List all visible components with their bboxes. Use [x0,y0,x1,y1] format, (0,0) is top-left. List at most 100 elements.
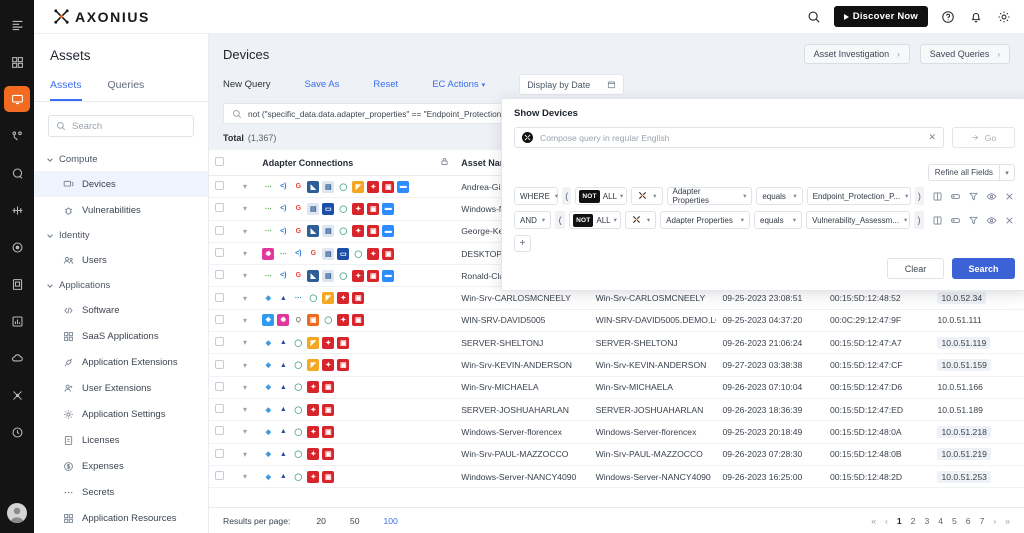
operator-select[interactable]: equals▾ [754,211,802,229]
save-as-button[interactable]: Save As [305,79,340,90]
new-query-button[interactable]: New Query [223,79,271,90]
sidebar-item-application-extensions[interactable]: Application Extensions [34,349,208,375]
page-size-20[interactable]: 20 [316,516,326,526]
row-checkbox[interactable] [215,248,224,257]
row-checkbox[interactable] [215,404,224,413]
select-all-checkbox[interactable] [215,157,224,166]
table-row[interactable]: ▾◆▲◯✦▣SERVER-JOSHUAHARLANSERVER-JOSHUAHA… [209,398,1024,420]
refine-all-fields-select[interactable]: Refine all Fields ▾ [928,164,1015,181]
page-nav[interactable]: » [1005,516,1010,526]
ec-actions-button[interactable]: EC Actions▾ [432,79,485,90]
row-checkbox[interactable] [215,449,224,458]
help-icon[interactable] [940,9,956,25]
eye-icon[interactable] [986,215,997,226]
row-checkbox[interactable] [215,382,224,391]
add-condition-button[interactable]: + [514,235,531,252]
row-checkbox[interactable] [215,360,224,369]
rail-charts-icon[interactable] [4,308,30,334]
close-paren[interactable]: ) [914,211,924,229]
table-row[interactable]: ▾◆▲◯✦▣Win-Srv-MICHAELAWin-Srv-MICHAELA09… [209,376,1024,398]
row-expand-toggle[interactable]: ▾ [237,354,256,376]
nav-group-identity[interactable]: Identity [34,223,208,247]
adapter-select[interactable]: ▾ [625,211,656,229]
save-icon[interactable] [950,215,961,226]
page-size-100[interactable]: 100 [383,516,397,526]
gear-icon[interactable] [996,9,1012,25]
page-7[interactable]: 7 [980,516,985,526]
table-row[interactable]: ▾❖✹Ǫ▣◯✦▣WIN-SRV-DAVID5005WIN-SRV-DAVID50… [209,309,1024,331]
row-expand-toggle[interactable]: ▾ [237,242,256,264]
page-size-50[interactable]: 50 [350,516,360,526]
row-checkbox[interactable] [215,337,224,346]
filter-icon[interactable] [968,215,979,226]
not-toggle[interactable]: NOT [579,190,599,203]
page-nav[interactable]: ‹ [885,516,888,526]
reset-button[interactable]: Reset [373,79,398,90]
page-3[interactable]: 3 [924,516,929,526]
page-1[interactable]: 1 [897,516,902,526]
value-select[interactable]: Endpoint_Protection_P...▾ [807,187,911,205]
value-select[interactable]: Vulnerability_Assessm...▾ [806,211,910,229]
sidebar-item-users[interactable]: Users [34,247,208,273]
page-nav[interactable]: « [871,516,876,526]
save-icon[interactable] [950,191,961,202]
row-expand-toggle[interactable]: ▾ [237,443,256,465]
discover-now-button[interactable]: Discover Now [834,6,928,27]
row-checkbox[interactable] [215,181,224,190]
row-expand-toggle[interactable]: ▾ [237,265,256,287]
close-icon[interactable] [1004,215,1015,226]
row-checkbox[interactable] [215,293,224,302]
row-checkbox[interactable] [215,315,224,324]
row-expand-toggle[interactable]: ▾ [237,332,256,354]
sidebar-item-licenses[interactable]: Licenses [34,427,208,453]
rail-assets-icon[interactable] [4,86,30,112]
row-expand-toggle[interactable]: ▾ [237,198,256,220]
row-expand-toggle[interactable]: ▾ [237,421,256,443]
sidebar-item-secrets[interactable]: Secrets [34,479,208,505]
col-header-adapter-connections[interactable]: Adapter Connections [256,150,455,176]
close-icon[interactable]: ✕ [928,132,936,143]
wizard-clear-button[interactable]: Clear [887,258,944,279]
rail-history-icon[interactable] [4,419,30,445]
row-checkbox[interactable] [215,471,224,480]
row-checkbox[interactable] [215,270,224,279]
bracket-icon[interactable] [932,191,943,202]
asset-investigation-button[interactable]: Asset Investigation › [804,44,910,64]
sidebar-item-application-resources[interactable]: Application Resources [34,505,208,531]
field-select[interactable]: Adapter Properties▾ [660,211,750,229]
nav-search-input[interactable]: Search [48,115,194,137]
page-6[interactable]: 6 [966,516,971,526]
tab-assets[interactable]: Assets [50,76,82,101]
not-all-group[interactable]: NOTALL▾ [575,187,627,205]
row-expand-toggle[interactable]: ▾ [237,398,256,420]
field-select[interactable]: Adapter Properties▾ [667,187,753,205]
table-row[interactable]: ▾◆▲◯✦▣Windows-Server-NANCY4090Windows-Se… [209,465,1024,487]
close-icon[interactable] [1004,191,1015,202]
natural-language-input[interactable]: Compose query in regular English ✕ [514,127,944,148]
display-by-date-select[interactable]: Display by Date [519,74,624,95]
rail-cloud-icon[interactable] [4,345,30,371]
search-icon[interactable] [806,9,822,25]
bracket-icon[interactable] [932,215,943,226]
user-avatar[interactable] [7,503,27,523]
sidebar-item-application-settings[interactable]: Application Settings [34,401,208,427]
row-checkbox[interactable] [215,426,224,435]
tab-queries[interactable]: Queries [108,76,145,101]
row-expand-toggle[interactable]: ▾ [237,287,256,309]
wizard-search-button[interactable]: Search [952,258,1015,279]
row-expand-toggle[interactable]: ▾ [237,465,256,487]
adapter-select[interactable]: ▾ [631,187,662,205]
bell-icon[interactable] [968,9,984,25]
sidebar-item-devices[interactable]: Devices [34,171,208,197]
sidebar-item-saas-applications[interactable]: SaaS Applications [34,323,208,349]
row-expand-toggle[interactable]: ▾ [237,376,256,398]
not-toggle[interactable]: NOT [573,214,593,227]
chevron-down-icon[interactable]: ▾ [999,165,1014,180]
page-4[interactable]: 4 [938,516,943,526]
brand-logo[interactable]: AXONIUS [52,7,150,26]
row-expand-toggle[interactable]: ▾ [237,309,256,331]
nav-group-applications[interactable]: Applications [34,273,208,297]
saved-queries-button[interactable]: Saved Queries › [920,44,1010,64]
logic-operator-select[interactable]: WHERE▾ [514,187,558,205]
rail-target-icon[interactable] [4,234,30,260]
